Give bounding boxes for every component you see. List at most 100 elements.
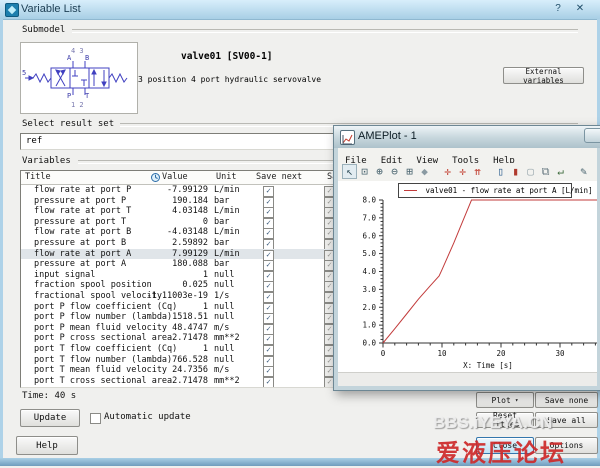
column-header-title[interactable]: Title: [25, 172, 51, 182]
cell-val: 48.4747: [109, 323, 208, 333]
valve-schematic-icon: 4 3 1 2 A B P T 5: [21, 43, 137, 113]
cell-unit: L/min: [214, 185, 240, 195]
zoom-in-icon[interactable]: ⊕: [372, 164, 387, 179]
markers-pair-icon[interactable]: ⇈: [470, 164, 485, 179]
cell-unit: bar: [214, 259, 229, 269]
cell-unit: bar: [214, 217, 229, 227]
plot-menu-arrow-icon: ▾: [515, 397, 519, 404]
svg-text:A: A: [67, 54, 72, 62]
svg-text:P: P: [67, 92, 71, 100]
watermark-text-chinese: 爱液压论坛: [436, 433, 566, 468]
automatic-update-checkbox[interactable]: [90, 413, 101, 424]
zoom-region-icon[interactable]: ⊡: [357, 164, 372, 179]
cell-unit: mm**2: [214, 376, 240, 386]
export-plot-icon[interactable]: ↵: [553, 164, 568, 179]
external-variables-button[interactable]: External variables: [503, 67, 584, 84]
new-plot-window-icon[interactable]: ▯: [493, 164, 508, 179]
cell-val: -1.11003e-19: [109, 291, 208, 301]
svg-text:5.0: 5.0: [362, 249, 376, 258]
overlay-window-icon[interactable]: ▢: [523, 164, 538, 179]
plot-area[interactable]: valve01 - flow rate at port A [L/min] 0.…: [338, 181, 597, 372]
ameplot-toolbar: ↖⊡⊕⊖⊞◆✛✛⇈▯▮▢⧉↵✎: [338, 163, 597, 182]
svg-text:20: 20: [496, 349, 506, 358]
window-border-left: [0, 19, 3, 458]
column-header-save-next[interactable]: Save next: [256, 172, 302, 182]
svg-text:0.0: 0.0: [362, 339, 376, 348]
cell-val: 1: [109, 344, 208, 354]
svg-text:4 3: 4 3: [71, 47, 84, 55]
cell-val: 24.7356: [109, 365, 208, 375]
separator-line: [72, 29, 578, 33]
column-header-unit[interactable]: Unit: [216, 172, 236, 182]
cell-unit: null: [214, 312, 234, 322]
zoom-out-icon[interactable]: ⊖: [387, 164, 402, 179]
watermark-text: BBS.iYEYA.CN: [433, 413, 552, 433]
svg-text:B: B: [85, 54, 89, 62]
time-label: Time: 40 s: [22, 391, 76, 401]
legend-label: valve01 - flow rate at port A [L/min]: [426, 186, 593, 195]
cell-unit: m/s: [214, 365, 229, 375]
plot-curve-window-icon[interactable]: ▮: [508, 164, 523, 179]
help-titlebar-button[interactable]: ?: [549, 2, 567, 16]
cell-val: -7.99129: [109, 185, 208, 195]
svg-text:3.0: 3.0: [362, 285, 376, 294]
cell-val: 2.71478: [109, 376, 208, 386]
cell-unit: null: [214, 344, 234, 354]
svg-text:7.0: 7.0: [362, 213, 376, 222]
cell-val: 1: [109, 302, 208, 312]
submodel-section-label: Submodel: [22, 25, 65, 35]
automatic-update-label: Automatic update: [104, 412, 191, 422]
ameplot-icon: [340, 130, 355, 145]
cell-unit: 1/s: [214, 291, 229, 301]
add-marker-icon[interactable]: ✛: [440, 164, 455, 179]
cell-val: 7.99129: [109, 249, 208, 259]
cell-unit: null: [214, 355, 234, 365]
svg-text:4.0: 4.0: [362, 267, 376, 276]
cell-val: 4.03148: [109, 206, 208, 216]
update-button[interactable]: Update: [20, 409, 80, 427]
close-titlebar-button[interactable]: ✕: [571, 2, 589, 16]
plot-legend: valve01 - flow rate at port A [L/min]: [398, 183, 572, 198]
window-control-partial-button[interactable]: [584, 128, 600, 143]
move-icon[interactable]: ◆: [417, 164, 432, 179]
cell-val: 180.088: [109, 259, 208, 269]
ameplot-window: AMEPlot - 1 FileEditViewToolsHelp ↖⊡⊕⊖⊞◆…: [333, 125, 600, 391]
help-button[interactable]: Help: [16, 436, 78, 455]
cell-val: -4.03148: [109, 227, 208, 237]
result-set-section-label: Select result set: [22, 119, 114, 129]
svg-text:8.0: 8.0: [362, 196, 376, 205]
add-two-markers-icon[interactable]: ✛: [455, 164, 470, 179]
ameplot-statusbar: [338, 372, 597, 386]
svg-text:6.0: 6.0: [362, 231, 376, 240]
edit-plot-icon[interactable]: ✎: [576, 164, 591, 179]
svg-text:2.0: 2.0: [362, 303, 376, 312]
cell-val: 0.025: [109, 280, 208, 290]
chart-canvas[interactable]: 0.01.02.03.04.05.06.07.08.00102030X: Tim…: [338, 181, 597, 376]
zoom-fit-icon[interactable]: ⊞: [402, 164, 417, 179]
plot-button[interactable]: Plot ▾: [476, 392, 534, 408]
svg-text:X: Time [s]: X: Time [s]: [463, 361, 513, 370]
svg-text:1.0: 1.0: [362, 321, 376, 330]
cell-unit: m/s: [214, 323, 229, 333]
ameplot-window-title: AMEPlot - 1: [358, 130, 417, 142]
save-next-checkbox[interactable]: ✓: [263, 377, 274, 388]
cell-val: 766.528: [109, 355, 208, 365]
svg-text:0: 0: [381, 349, 386, 358]
svg-text:10: 10: [437, 349, 447, 358]
app-icon: [5, 3, 19, 17]
ameplot-menubar: FileEditViewToolsHelp: [338, 148, 597, 163]
cell-unit: null: [214, 302, 234, 312]
clock-icon: [151, 173, 160, 182]
select-arrow-icon[interactable]: ↖: [342, 164, 357, 179]
variable-list-titlebar[interactable]: Variable List ? ✕: [0, 0, 600, 20]
legend-line-sample: [404, 190, 417, 191]
cell-unit: bar: [214, 238, 229, 248]
window-title: Variable List: [21, 3, 81, 15]
cell-unit: bar: [214, 196, 229, 206]
cell-title: input signal: [34, 270, 95, 280]
copy-plot-icon[interactable]: ⧉: [538, 164, 553, 179]
ameplot-titlebar[interactable]: AMEPlot - 1: [334, 126, 600, 148]
save-none-button[interactable]: Save none: [535, 392, 598, 408]
column-header-value[interactable]: Value: [162, 172, 188, 182]
submodel-description: 3 position 4 port hydraulic servovalve: [138, 75, 321, 84]
